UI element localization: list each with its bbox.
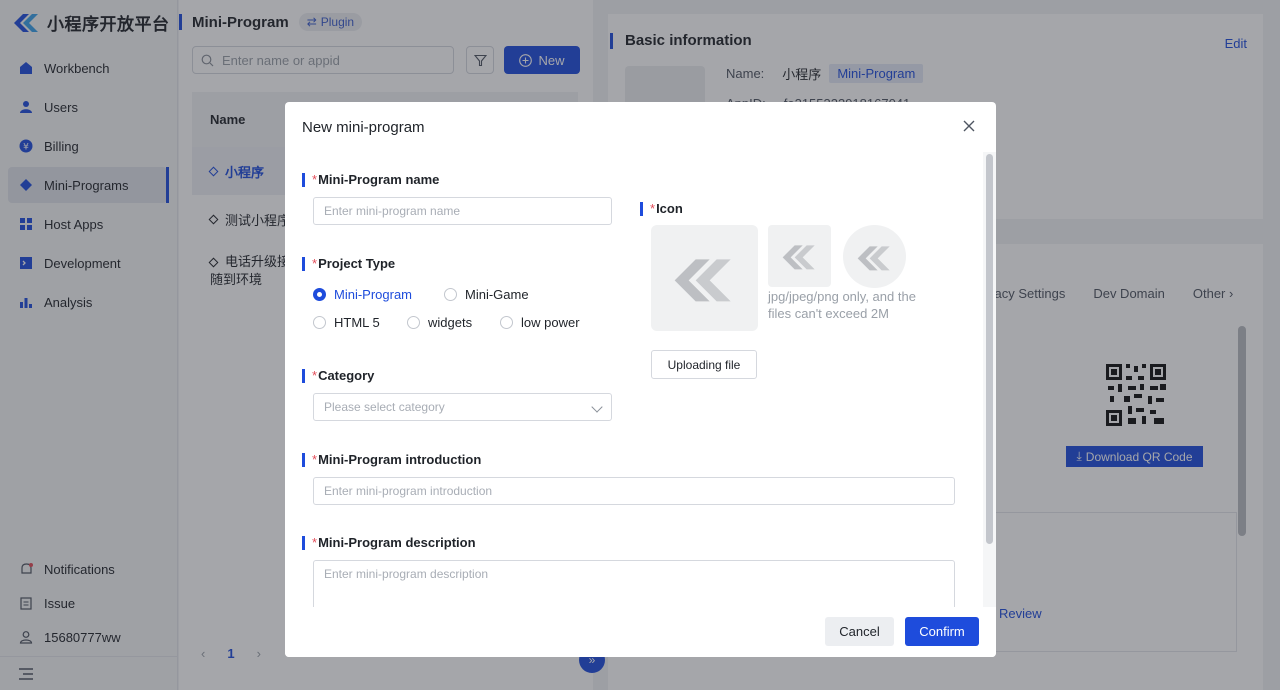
required-mark: * [650, 201, 656, 216]
radio-dot [313, 288, 326, 301]
dialog-body: * Mini-Program name Enter mini-program n… [285, 152, 996, 620]
label-accent-bar [640, 201, 643, 216]
upload-file-button[interactable]: Uploading file [651, 350, 757, 379]
required-mark: * [312, 452, 318, 467]
introduction-label: * Mini-Program introduction [302, 452, 481, 467]
required-mark: * [312, 172, 318, 187]
radio-mini-game[interactable]: Mini-Game [444, 287, 529, 302]
introduction-placeholder: Enter mini-program introduction [324, 484, 493, 498]
description-label-text: Mini-Program description [318, 535, 476, 550]
icon-field-label: * Icon [640, 201, 683, 216]
close-icon[interactable] [962, 119, 976, 133]
radio-label: widgets [428, 315, 473, 330]
required-mark: * [312, 535, 318, 550]
upload-label: Uploading file [667, 357, 741, 372]
radio-dot [444, 288, 457, 301]
icon-label-text: Icon [656, 201, 683, 216]
placeholder-logo-icon [674, 259, 731, 302]
cancel-label: Cancel [839, 624, 880, 639]
mini-program-name-input[interactable]: Enter mini-program name [313, 197, 612, 225]
new-mini-program-dialog: New mini-program * Mini-Program name Ent… [285, 102, 996, 657]
dialog-header: New mini-program [285, 102, 996, 152]
dialog-form: * Mini-Program name Enter mini-program n… [285, 152, 983, 620]
icon-hint: jpg/jpeg/png only, and the files can't e… [768, 289, 916, 321]
dialog-footer: Cancel Confirm [285, 607, 996, 657]
introduction-input[interactable]: Enter mini-program introduction [313, 477, 955, 505]
name-placeholder: Enter mini-program name [324, 204, 461, 218]
confirm-button[interactable]: Confirm [905, 617, 979, 646]
description-placeholder: Enter mini-program description [324, 567, 489, 581]
label-accent-bar [302, 256, 305, 271]
name-field-label: * Mini-Program name [302, 172, 439, 187]
radio-widgets[interactable]: widgets [407, 315, 472, 330]
category-label: * Category [302, 368, 374, 383]
radio-low-power[interactable]: low power [500, 315, 580, 330]
radio-label: Mini-Game [465, 287, 529, 302]
category-select[interactable]: Please select category [313, 393, 612, 421]
description-label: * Mini-Program description [302, 535, 476, 550]
radio-dot [407, 316, 420, 329]
category-placeholder: Please select category [324, 400, 445, 414]
radio-dot [313, 316, 326, 329]
dialog-scrollbar[interactable] [986, 154, 993, 544]
placeholder-logo-icon [857, 245, 890, 270]
cancel-button[interactable]: Cancel [825, 617, 894, 646]
radio-label: Mini-Program [334, 287, 413, 302]
introduction-label-text: Mini-Program introduction [318, 452, 482, 467]
label-accent-bar [302, 368, 305, 383]
radio-label: HTML 5 [334, 315, 380, 330]
dialog-title: New mini-program [302, 118, 425, 136]
icon-preview-medium [768, 225, 831, 287]
radio-html5[interactable]: HTML 5 [313, 315, 380, 330]
required-mark: * [312, 368, 318, 383]
icon-preview-round [843, 225, 906, 288]
placeholder-logo-icon [782, 245, 815, 270]
label-accent-bar [302, 535, 305, 550]
radio-label: low power [521, 315, 580, 330]
name-label-text: Mini-Program name [318, 172, 440, 187]
project-type-label-text: Project Type [318, 256, 396, 271]
required-mark: * [312, 256, 318, 271]
chevron-down-icon [591, 401, 603, 413]
project-type-label: * Project Type [302, 256, 395, 271]
radio-dot [500, 316, 513, 329]
category-label-text: Category [318, 368, 375, 383]
icon-preview-large [651, 225, 758, 331]
radio-mini-program[interactable]: Mini-Program [313, 287, 412, 302]
label-accent-bar [302, 452, 305, 467]
label-accent-bar [302, 172, 305, 187]
confirm-label: Confirm [919, 624, 965, 639]
